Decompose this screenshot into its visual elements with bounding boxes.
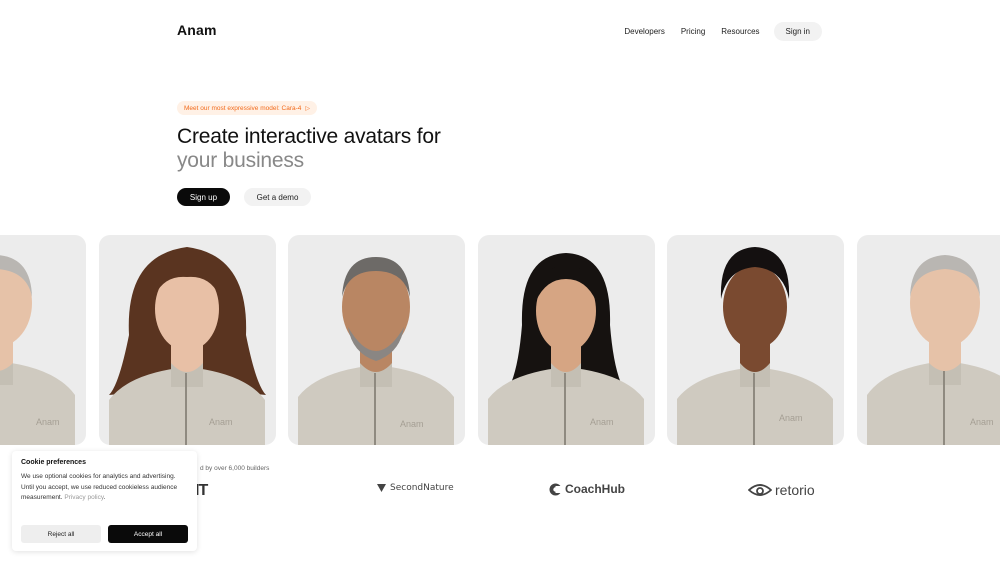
sweater-logo: Anam [209,417,233,427]
client-logo-coachhub: CoachHub [549,482,625,496]
cookie-title: Cookie preferences [21,459,86,466]
sweater-logo: Anam [36,417,60,427]
nav-pricing[interactable]: Pricing [681,27,705,36]
cookie-actions: Reject all Accept all [21,525,188,543]
client-logo-coachhub-text: CoachHub [565,482,625,496]
play-arrow-icon: ▷ [305,105,311,112]
hero-title: Create interactive avatars for your busi… [177,125,441,173]
sweater-logo: Anam [970,417,994,427]
avatar-card[interactable]: Anam [667,235,844,445]
avatar-carousel[interactable]: Anam Anam Anam Anam Anam Anam [0,235,1000,445]
top-nav: Developers Pricing Resources Sign in [608,22,822,41]
nav-developers[interactable]: Developers [624,27,664,36]
get-demo-button[interactable]: Get a demo [244,188,311,206]
sweater-logo: Anam [400,419,424,429]
nav-resources[interactable]: Resources [721,27,759,36]
brand-logo[interactable]: Anam [177,22,217,38]
hero-title-line2: your business [177,149,304,172]
client-logo-retorio-text: retorio [775,482,815,498]
announcement-text: Meet our most expressive model: Cara-4 [184,104,302,112]
hero-title-line1: Create interactive avatars for [177,125,441,148]
avatar-portrait-woman-short-hair: Anam [677,247,833,445]
reject-all-button[interactable]: Reject all [21,525,101,543]
trusted-by-text: d by over 6,000 builders [200,465,270,472]
coachhub-mark-icon [549,483,562,496]
avatar-card[interactable]: Anam [288,235,465,445]
eye-icon [748,483,772,497]
avatar-portrait-woman-dark-hair: Anam [488,253,644,445]
client-logo-secondnature: SecondNature [376,482,454,493]
shield-icon [376,482,387,493]
avatar-card[interactable]: Anam [478,235,655,445]
sweater-logo: Anam [590,417,614,427]
client-logo-retorio: retorio [748,482,815,498]
avatar-portrait-man-gray-beard: Anam [298,257,454,445]
announcement-pill[interactable]: Meet our most expressive model: Cara-4 ▷ [177,101,318,115]
avatar-portrait-older-man-cropped: Anam [0,255,75,445]
accept-all-button[interactable]: Accept all [108,525,188,543]
avatar-portrait-older-man: Anam [867,255,1000,445]
avatar-card[interactable]: Anam [99,235,276,445]
cookie-description: We use optional cookies for analytics an… [21,473,178,501]
client-logo-secondnature-text: SecondNature [390,482,454,493]
sign-in-button[interactable]: Sign in [773,22,822,41]
sweater-logo: Anam [779,413,803,423]
sign-up-button[interactable]: Sign up [177,188,230,206]
avatar-card[interactable]: Anam [857,235,1000,445]
avatar-portrait-woman-curly-hair: Anam [109,247,266,445]
cookie-banner: Cookie preferences We use optional cooki… [12,451,197,551]
avatar-card[interactable]: Anam [0,235,86,445]
privacy-policy-link[interactable]: Privacy policy [64,494,103,501]
